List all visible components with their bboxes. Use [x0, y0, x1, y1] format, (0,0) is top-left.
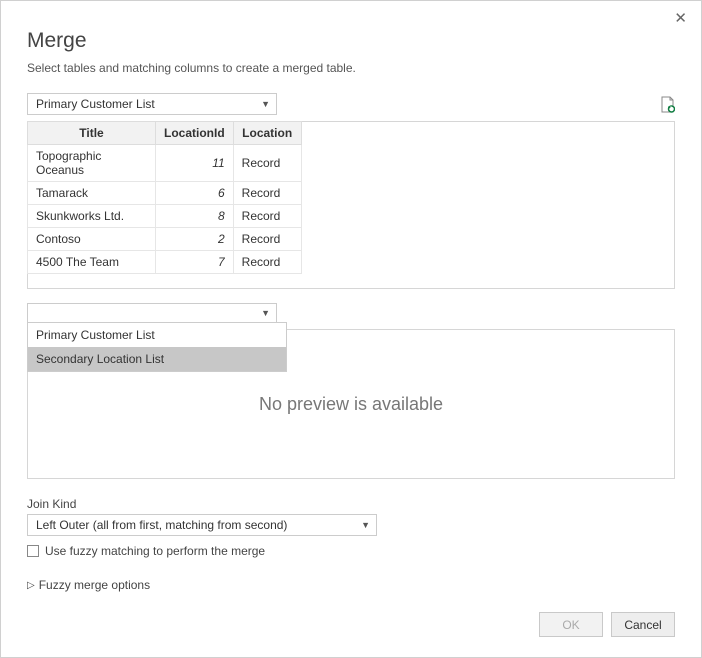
fuzzy-checkbox-row[interactable]: Use fuzzy matching to perform the merge	[27, 544, 675, 558]
cell-locid: 2	[156, 228, 234, 251]
cell-locid: 8	[156, 205, 234, 228]
col-header-title[interactable]: Title	[28, 122, 156, 145]
cell-title: Skunkworks Ltd.	[28, 205, 156, 228]
cell-locid: 11	[156, 145, 234, 182]
dropdown-option-primary[interactable]: Primary Customer List	[28, 323, 286, 347]
cell-title: Tamarack	[28, 182, 156, 205]
table-row[interactable]: Contoso 2 Record	[28, 228, 302, 251]
table-row[interactable]: Tamarack 6 Record	[28, 182, 302, 205]
no-preview-text: No preview is available	[259, 394, 443, 415]
dialog-subtitle: Select tables and matching columns to cr…	[27, 61, 675, 75]
dialog-title: Merge	[27, 29, 675, 53]
first-select-row: Primary Customer List ▼	[27, 93, 675, 115]
close-icon[interactable]: ✕	[674, 11, 687, 26]
cell-title: 4500 The Team	[28, 251, 156, 274]
fuzzy-options-expander[interactable]: ▷ Fuzzy merge options	[27, 578, 675, 592]
fuzzy-checkbox-label: Use fuzzy matching to perform the merge	[45, 544, 265, 558]
second-table-select[interactable]: ▼	[27, 303, 277, 323]
cell-locid: 6	[156, 182, 234, 205]
cell-locid: 7	[156, 251, 234, 274]
ok-button[interactable]: OK	[539, 612, 603, 637]
table-row[interactable]: Topographic Oceanus 11 Record	[28, 145, 302, 182]
chevron-right-icon: ▷	[27, 580, 35, 591]
first-table-select[interactable]: Primary Customer List ▼	[27, 93, 277, 115]
first-data-table: Title LocationId Location Topographic Oc…	[27, 121, 302, 274]
second-select-wrapper: ▼ Primary Customer List Secondary Locati…	[27, 303, 675, 323]
chevron-down-icon: ▼	[261, 308, 270, 318]
cell-loc: Record	[233, 205, 301, 228]
first-table-select-value: Primary Customer List	[36, 97, 155, 111]
cell-loc: Record	[233, 182, 301, 205]
chevron-down-icon: ▼	[261, 99, 270, 109]
merge-dialog: ✕ Merge Select tables and matching colum…	[0, 0, 702, 658]
fuzzy-expander-label: Fuzzy merge options	[39, 578, 150, 592]
cell-title: Topographic Oceanus	[28, 145, 156, 182]
join-kind-value: Left Outer (all from first, matching fro…	[36, 518, 287, 532]
dialog-buttons: OK Cancel	[539, 612, 675, 637]
table-header-row: Title LocationId Location	[28, 122, 302, 145]
cell-loc: Record	[233, 251, 301, 274]
cancel-button[interactable]: Cancel	[611, 612, 675, 637]
cell-loc: Record	[233, 145, 301, 182]
col-header-locationid[interactable]: LocationId	[156, 122, 234, 145]
cell-title: Contoso	[28, 228, 156, 251]
checkbox-icon[interactable]	[27, 545, 39, 557]
cell-loc: Record	[233, 228, 301, 251]
refresh-icon[interactable]	[659, 96, 675, 112]
col-header-location[interactable]: Location	[233, 122, 301, 145]
table-row[interactable]: Skunkworks Ltd. 8 Record	[28, 205, 302, 228]
first-table-preview: Title LocationId Location Topographic Oc…	[27, 121, 675, 289]
table-row[interactable]: 4500 The Team 7 Record	[28, 251, 302, 274]
second-table-dropdown: Primary Customer List Secondary Location…	[27, 322, 287, 372]
chevron-down-icon: ▼	[361, 520, 370, 530]
join-kind-label: Join Kind	[27, 497, 675, 511]
dropdown-option-secondary[interactable]: Secondary Location List	[28, 347, 286, 371]
join-kind-select[interactable]: Left Outer (all from first, matching fro…	[27, 514, 377, 536]
